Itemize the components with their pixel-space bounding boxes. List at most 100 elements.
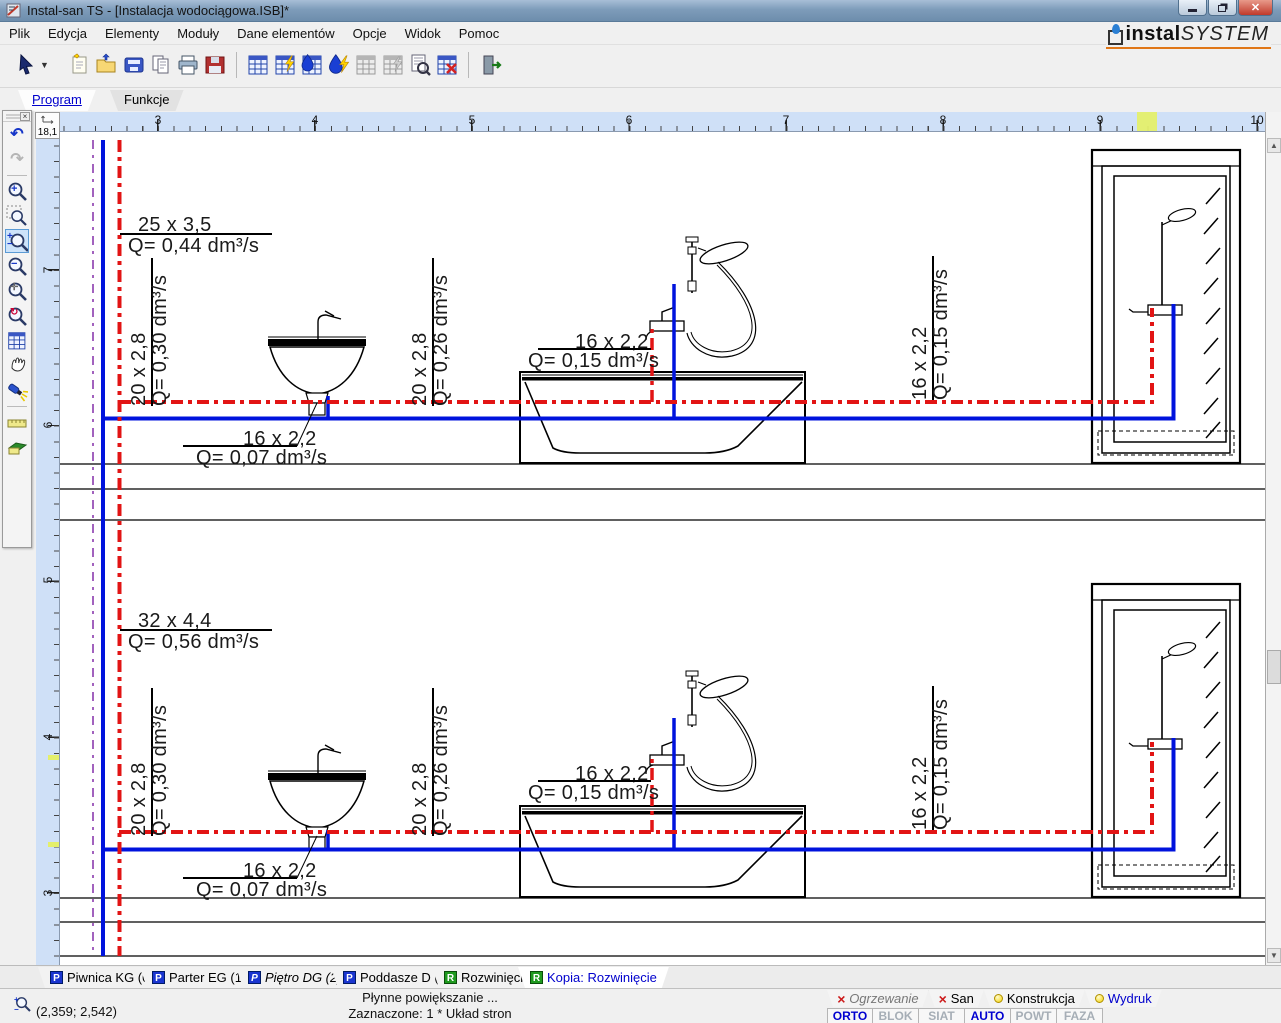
status-message-bottom: Zaznaczone: 1 * Układ stron — [230, 1006, 630, 1022]
run-water-calculation-button[interactable] — [325, 50, 353, 80]
zoom-tool-palette: × ↶ ↷ + +− − ✛ ↻ — [2, 110, 32, 548]
open-project-button[interactable] — [93, 50, 121, 80]
scrollbar-thumb[interactable] — [1267, 650, 1281, 684]
sheet-tab-kopia-rozwiniecie[interactable]: RKopia: Rozwinięcie — [518, 967, 669, 988]
zoom-extents-button[interactable]: ✛ — [5, 279, 29, 303]
minimize-button[interactable] — [1178, 0, 1207, 16]
exit-button[interactable] — [478, 50, 506, 80]
toggle-auto[interactable]: AUTO — [965, 1008, 1011, 1023]
window-title: Instal-san TS - [Instalacja wodociągowa.… — [27, 3, 289, 18]
zoom-window-button[interactable] — [5, 204, 29, 228]
menu-widok[interactable]: Widok — [396, 23, 450, 44]
zoom-previous-icon: ↻ — [10, 307, 18, 318]
pipe-label-size: 16 x 2,2 — [911, 756, 930, 830]
washbasin-fixture[interactable] — [268, 311, 366, 415]
menu-opcje[interactable]: Opcje — [344, 23, 396, 44]
bulb-icon — [1095, 994, 1104, 1003]
workspace: × ↶ ↷ + +− − ✛ ↻ 18,1 3 4 — [0, 112, 1281, 965]
palette-close-icon[interactable]: × — [20, 112, 30, 121]
hruler-number: 5 — [469, 113, 476, 127]
restore-button[interactable] — [1208, 0, 1237, 16]
pipe-label-size: 20 x 2,8 — [130, 762, 149, 836]
calculation-table-disabled-button[interactable] — [352, 50, 380, 80]
horizontal-ruler[interactable]: 3 4 5 6 7 8 9 10 — [60, 112, 1265, 132]
view-results-button[interactable] — [406, 50, 434, 80]
redo-icon: ↷ — [10, 152, 23, 168]
toggle-blok[interactable]: BLOK — [873, 1008, 919, 1023]
run-calculation-disabled-button[interactable] — [379, 50, 407, 80]
cursor-coordinates: (2,359; 2,542) — [36, 1004, 117, 1019]
pan-hand-button[interactable] — [5, 354, 29, 378]
toolbar-separator — [468, 52, 469, 78]
menu-elementy[interactable]: Elementy — [96, 23, 168, 44]
selection-arrow-button[interactable]: ▼ — [12, 50, 52, 80]
pipe-label-flow: Q= 0,15 dm³/s — [932, 269, 951, 400]
clear-results-button[interactable] — [433, 50, 461, 80]
save-project-button[interactable] — [120, 50, 148, 80]
toggle-faza[interactable]: FAZA — [1057, 1008, 1103, 1023]
pipe-label-flow: Q= 0,15 dm³/s — [528, 782, 659, 805]
menu-plik[interactable]: Plik — [0, 23, 39, 44]
mode-tab-konstrukcja[interactable]: Konstrukcja — [984, 990, 1085, 1007]
menu-edycja[interactable]: Edycja — [39, 23, 96, 44]
vruler-number: 6 — [41, 413, 55, 437]
calculation-table-button[interactable] — [244, 50, 272, 80]
vertical-scrollbar[interactable]: ▲ ▼ — [1265, 112, 1281, 965]
hruler-number: 4 — [312, 113, 319, 127]
mode-tab-ogrzewanie[interactable]: ×Ogrzewanie — [827, 990, 929, 1007]
undo-button[interactable]: ↶ — [5, 123, 29, 147]
hruler-number: 7 — [783, 113, 790, 127]
zoom-in-button[interactable]: + — [5, 179, 29, 203]
new-project-button[interactable] — [66, 50, 94, 80]
area-measure-button[interactable] — [5, 435, 29, 459]
toggle-orto[interactable]: ORTO — [827, 1008, 873, 1023]
menu-pomoc[interactable]: Pomoc — [450, 23, 508, 44]
toggle-powt[interactable]: POWT — [1011, 1008, 1057, 1023]
zoom-dynamic-button[interactable]: +− — [5, 229, 29, 253]
riser-sheet-icon: R — [444, 971, 457, 984]
pipe-label-flow: Q= 0,26 dm³/s — [432, 705, 451, 836]
redo-button[interactable]: ↷ — [5, 148, 29, 172]
scroll-down-icon[interactable]: ▼ — [1267, 948, 1281, 963]
toolbar-separator — [236, 52, 237, 78]
mode-tab-wydruk[interactable]: Wydruk — [1085, 990, 1162, 1007]
save-all-button[interactable] — [201, 50, 229, 80]
ruler-highlight — [48, 755, 59, 760]
shower-cabin-fixture[interactable] — [1092, 150, 1240, 463]
zoom-mode-icon: +− — [14, 995, 34, 1018]
pipe-label-flow: Q= 0,15 dm³/s — [528, 350, 659, 373]
water-calculation-table-button[interactable] — [298, 50, 326, 80]
run-calculation-button[interactable] — [271, 50, 299, 80]
tab-program[interactable]: Program — [18, 90, 96, 111]
ruler-button[interactable] — [5, 410, 29, 434]
title-bar: Instal-san TS - [Instalacja wodociągowa.… — [0, 0, 1281, 22]
vruler-number: 3 — [41, 881, 55, 905]
hruler-number: 10 — [1250, 113, 1263, 127]
hot-water-pipes[interactable] — [119, 140, 1152, 956]
zoom-previous-button[interactable]: ↻ — [5, 304, 29, 328]
vertical-ruler[interactable]: 7 6 5 4 3 — [36, 132, 60, 965]
palette-grip[interactable]: × — [3, 111, 31, 122]
menu-moduly[interactable]: Moduły — [168, 23, 228, 44]
close-button[interactable]: ✕ — [1238, 0, 1273, 16]
pipe-label-flow: Q= 0,07 dm³/s — [196, 879, 327, 902]
vruler-number: 7 — [41, 258, 55, 282]
zoom-out-button[interactable]: − — [5, 254, 29, 278]
print-button[interactable] — [174, 50, 202, 80]
logo-word-instal: instal — [1126, 23, 1181, 46]
menu-dane-elementow[interactable]: Dane elementów — [228, 23, 344, 44]
mode-tab-san[interactable]: ×San — [929, 990, 984, 1007]
ruler-origin-value: 18,1 — [36, 127, 59, 138]
sheet-layout-button[interactable] — [5, 329, 29, 353]
drawing-canvas[interactable]: 25 x 3,5 Q= 0,44 dm³/s 20 x 2,8 Q= 0,30 … — [60, 132, 1265, 965]
toggle-siat[interactable]: SIAT — [919, 1008, 965, 1023]
tab-funkcje[interactable]: Funkcje — [110, 90, 184, 111]
mode-tab-bar: ×Ogrzewanie ×San Konstrukcja Wydruk — [827, 990, 1162, 1007]
scroll-up-icon[interactable]: ▲ — [1267, 138, 1281, 153]
ruler-origin-box[interactable]: 18,1 — [35, 112, 60, 139]
pipe-label-size: 20 x 2,8 — [130, 332, 149, 406]
status-messages: Płynne powiększanie ... Zaznaczone: 1 * … — [230, 990, 630, 1022]
plan-sheet-icon: P — [50, 971, 63, 984]
highlighter-button[interactable] — [5, 379, 29, 403]
copy-button[interactable] — [147, 50, 175, 80]
